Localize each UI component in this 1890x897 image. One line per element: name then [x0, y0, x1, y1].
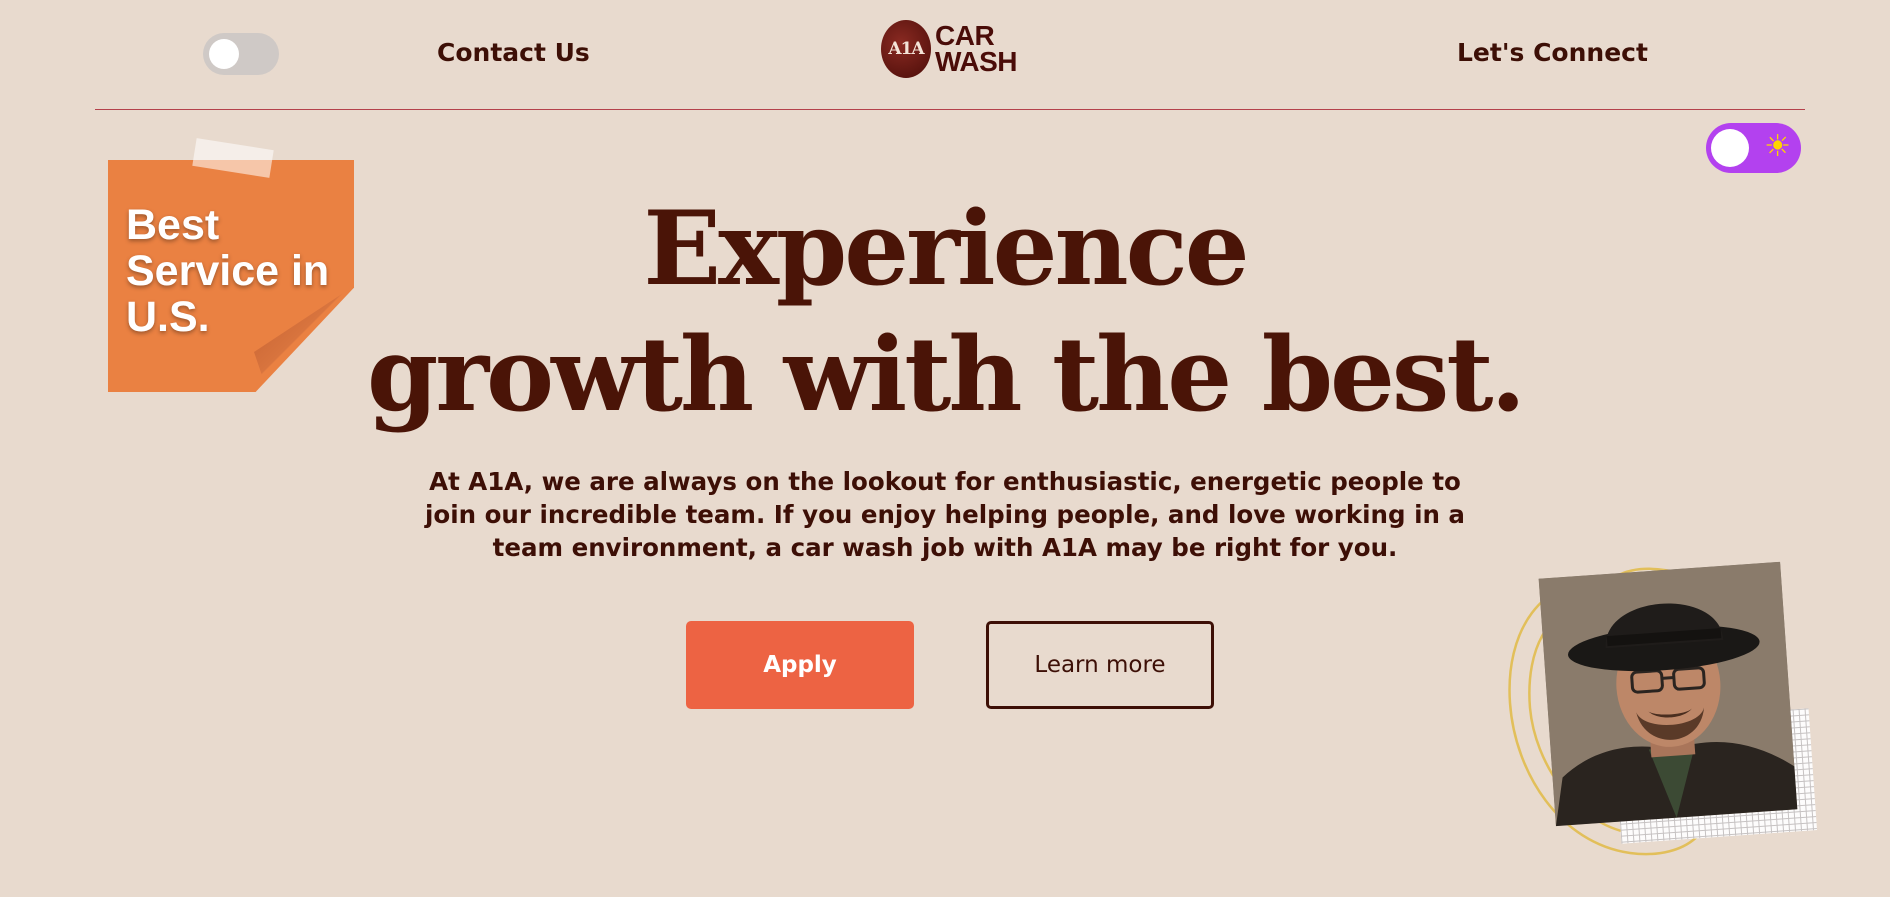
portrait-illustration — [1538, 561, 1798, 827]
hero-title: Experience growth with the best. — [0, 186, 1890, 438]
theme-toggle-knob — [1711, 129, 1749, 167]
learn-more-button[interactable]: Learn more — [986, 621, 1214, 709]
contact-us-link[interactable]: Contact Us — [437, 38, 590, 67]
logo-wordmark: CAR WASH — [935, 22, 1018, 77]
logo[interactable]: A1A CAR WASH — [881, 20, 1018, 78]
theme-toggle[interactable]: ☀ — [1706, 123, 1801, 173]
hero-title-line-1: Experience — [643, 189, 1249, 309]
logo-line-2: WASH — [935, 46, 1018, 77]
toggle-knob — [209, 39, 239, 69]
hero-title-line-2: growth with the best. — [367, 315, 1526, 435]
menu-toggle-switch[interactable] — [203, 33, 279, 75]
header-divider — [95, 109, 1805, 110]
apply-button[interactable]: Apply — [686, 621, 914, 709]
sun-icon: ☀ — [1764, 129, 1791, 164]
lets-connect-link[interactable]: Let's Connect — [1457, 38, 1648, 67]
portrait-collage — [1500, 555, 1830, 865]
hero-description: At A1A, we are always on the lookout for… — [425, 467, 1465, 562]
portrait-photo — [1538, 561, 1798, 827]
logo-emblem: A1A — [881, 20, 931, 78]
